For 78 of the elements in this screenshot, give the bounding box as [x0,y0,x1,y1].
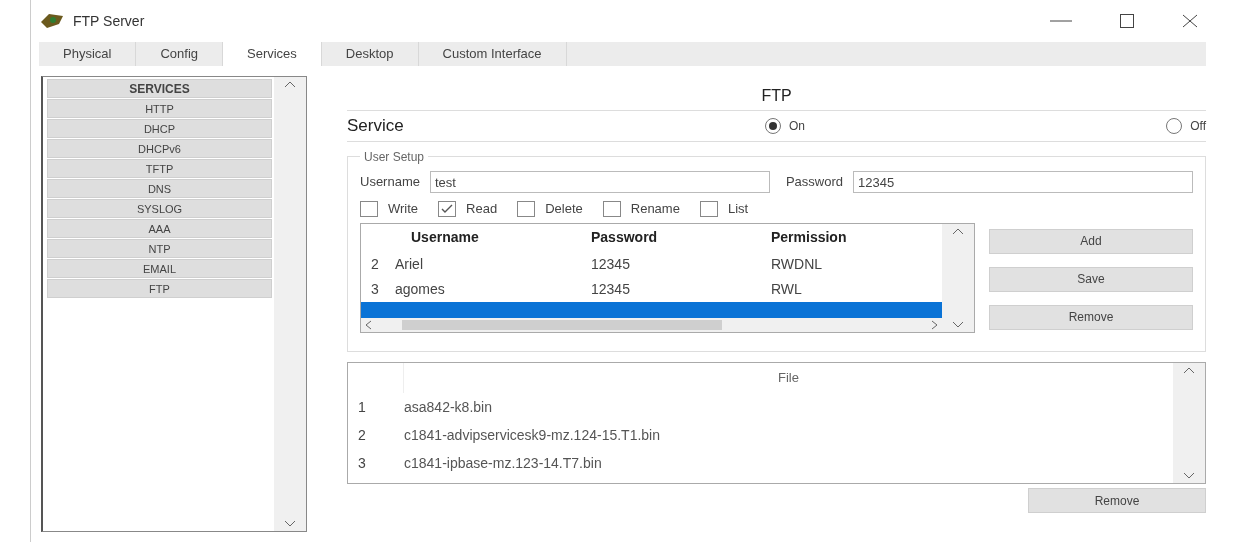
sidebar-item[interactable]: DNS [47,179,272,198]
checkbox[interactable] [517,200,536,217]
checkbox-label: Write [388,200,419,218]
sidebar-header: SERVICES [47,79,272,98]
file-name: c1841-ipbase-mz.123-14.T7.bin [404,453,602,473]
tab[interactable]: Custom Interface [418,42,567,66]
row-number: 2 [357,425,367,445]
action-button[interactable]: Add [989,228,1193,254]
sidebar-item[interactable]: TFTP [47,159,272,178]
sidebar-item[interactable]: HTTP [47,99,272,118]
action-button[interactable]: Remove [989,304,1193,330]
radio-button[interactable] [764,118,781,134]
radio-label: On [788,118,805,135]
chevron-down-icon [952,320,964,328]
checkbox-label: Rename [630,200,680,218]
table-row[interactable]: 3 agomes 12345 RWL [361,276,942,302]
service-label: Service [347,115,404,138]
table-row[interactable]: 2 Ariel 12345 RWDNL [361,251,942,277]
action-button[interactable]: Save [989,266,1193,292]
sidebar-item[interactable]: DHCPv6 [47,139,272,158]
sidebar-item[interactable]: NTP [47,239,272,258]
checkmark-icon [441,203,454,214]
row-number: 3 [357,453,367,473]
column-header: Username [410,228,480,247]
table-cell-text: Ariel [394,254,424,274]
checkbox-label: List [727,200,749,218]
chevron-right-icon [931,319,938,330]
column-header: Permission [770,228,848,247]
table-cell-text: RWDNL [770,254,824,274]
chevron-down-icon [284,520,296,527]
app-icon [39,12,65,30]
field-label: Password [785,173,844,192]
chevron-left-icon [365,319,372,330]
vertical-scrollbar[interactable] [1173,363,1205,483]
tab[interactable]: Desktop [321,42,419,66]
sidebar-item[interactable]: DHCP [47,119,272,138]
checkbox-label: Read [466,200,498,218]
field-label: Username [360,173,420,192]
maximize-icon[interactable] [1120,14,1134,28]
column-header: File [777,369,800,388]
file-row[interactable]: 2 c1841-advipservicesk9-mz.124-15.T1.bin [348,421,1173,449]
checkbox[interactable] [602,200,621,217]
text-field[interactable]: 12345 [853,171,1193,193]
checkbox[interactable] [699,200,718,217]
vertical-scrollbar[interactable] [942,223,974,332]
chevron-up-icon [1183,367,1195,374]
row-number: 1 [357,397,367,417]
text-field[interactable]: test [429,171,770,193]
tab[interactable]: Config [136,42,223,66]
radio-button[interactable] [1166,118,1183,134]
chevron-up-icon [284,81,296,88]
sidebar-item[interactable]: FTP [47,279,272,298]
sidebar-item[interactable]: AAA [47,219,272,238]
file-name: c1841-advipservicesk9-mz.124-15.T1.bin [404,425,660,445]
table-cell-text: 12345 [590,254,631,274]
tab[interactable]: Physical [39,42,137,66]
panel-title: FTP [760,86,793,106]
checkbox[interactable] [438,200,457,217]
close-icon[interactable] [1182,14,1198,28]
file-row[interactable]: 3 c1841-ipbase-mz.123-14.T7.bin [348,449,1173,477]
sidebar-item[interactable]: EMAIL [47,259,272,278]
table-cell-text: RWL [770,279,803,299]
column-header: Password [590,228,659,247]
sidebar-item[interactable]: SYSLOG [47,199,272,218]
file-row[interactable]: 1 asa842-k8.bin [348,393,1173,421]
file-name: asa842-k8.bin [404,397,492,417]
window-title: FTP Server [73,11,145,31]
table-cell-text: agomes [394,279,446,299]
remove-button[interactable]: Remove [1028,488,1206,513]
vertical-scrollbar[interactable] [274,77,306,531]
radio-label: Off [1190,118,1206,135]
table-cell-text: 12345 [590,279,631,299]
row-number: 2 [370,254,380,274]
checkbox-label: Delete [545,200,583,218]
chevron-up-icon [952,227,964,235]
chevron-down-icon [1183,472,1195,479]
row-number: 3 [370,279,380,299]
checkbox[interactable] [360,200,378,217]
